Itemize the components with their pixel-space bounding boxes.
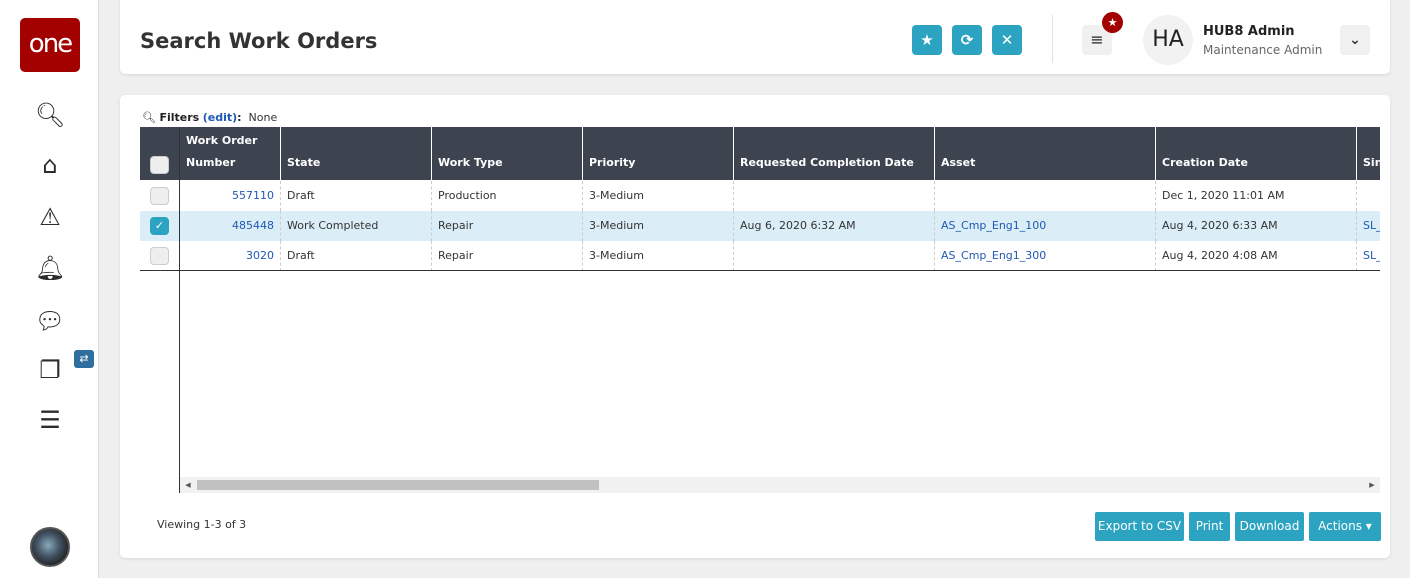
select-all-cell	[140, 127, 180, 180]
search-icon: 🔍︎	[142, 111, 156, 124]
results-panel: 🔍︎ Filters (edit): None Work Order Numbe…	[120, 95, 1390, 558]
table-cell	[734, 181, 935, 211]
divider	[179, 127, 180, 493]
select-all-checkbox[interactable]	[150, 156, 169, 174]
table-cell: 3-Medium	[583, 241, 734, 271]
row-checkbox[interactable]: ✓	[150, 217, 169, 235]
column-header[interactable]: Priority	[583, 127, 734, 180]
cell-link[interactable]: AS_Cmp_Eng1_100	[935, 211, 1156, 241]
table-cell: Draft	[281, 241, 432, 271]
work-orders-table: Work Order Number State Work Type Priori…	[140, 127, 1380, 493]
column-header[interactable]: Sin	[1357, 127, 1380, 180]
cell-link[interactable]: SL_	[1357, 211, 1380, 241]
column-header[interactable]: Asset	[935, 127, 1156, 180]
star-badge-icon: ★	[1102, 12, 1123, 33]
page-title: Search Work Orders	[140, 29, 378, 53]
print-button[interactable]: Print	[1189, 512, 1230, 541]
column-header[interactable]: Work Type	[432, 127, 583, 180]
table-cell: Production	[432, 181, 583, 211]
column-header[interactable]: Requested Completion Date	[734, 127, 935, 180]
horizontal-scrollbar[interactable]: ◀ ▶	[180, 477, 1380, 493]
table-cell: 3-Medium	[583, 211, 734, 241]
table-cell	[734, 241, 935, 271]
user-avatar[interactable]	[30, 527, 70, 567]
table-cell: Aug 6, 2020 6:32 AM	[734, 211, 935, 241]
chat-icon[interactable]: 💬︎	[34, 305, 66, 337]
scroll-right-icon[interactable]: ▶	[1364, 477, 1380, 493]
header: Search Work Orders ★ ⟳ ✕ ≡ ★ HA HUB8 Adm…	[120, 0, 1390, 74]
table-cell: Aug 4, 2020 4:08 AM	[1156, 241, 1357, 271]
warning-icon[interactable]: ⚠	[34, 201, 66, 233]
filters-bar: 🔍︎ Filters (edit): None	[142, 111, 277, 124]
table-cell: Aug 4, 2020 6:33 AM	[1156, 211, 1357, 241]
cell-link[interactable]: 3020	[180, 241, 281, 271]
column-header[interactable]: Work Order Number	[180, 127, 281, 180]
cell-link[interactable]: 485448	[180, 211, 281, 241]
export-csv-button[interactable]: Export to CSV	[1095, 512, 1184, 541]
cell-link[interactable]	[1357, 181, 1380, 211]
swap-icon[interactable]: ⇄	[74, 350, 94, 368]
table-row[interactable]: 557110 Draft Production 3-Medium Dec 1, 2020…	[140, 181, 1380, 211]
row-checkbox[interactable]	[150, 247, 169, 265]
scrollbar-thumb[interactable]	[197, 480, 599, 490]
divider	[1052, 15, 1053, 63]
row-checkbox[interactable]	[150, 187, 169, 205]
table-cell: Repair	[432, 241, 583, 271]
home-icon[interactable]: ⌂	[34, 149, 66, 181]
viewing-count: Viewing 1-3 of 3	[157, 518, 247, 531]
scroll-left-icon[interactable]: ◀	[180, 477, 196, 493]
filters-colon: :	[237, 111, 242, 124]
filters-edit-link[interactable]: (edit)	[203, 111, 237, 124]
filters-label: Filters	[159, 111, 200, 124]
bell-icon[interactable]: 🔔︎	[34, 252, 66, 284]
table-cell: Work Completed	[281, 211, 432, 241]
user-menu-chevron-down-icon[interactable]: ⌄	[1340, 25, 1370, 55]
table-header: Work Order Number State Work Type Priori…	[140, 127, 1380, 180]
cell-link[interactable]: 557110	[180, 181, 281, 211]
refresh-button[interactable]: ⟳	[952, 25, 982, 55]
divider	[140, 270, 1380, 271]
table-row[interactable]: 3020 Draft Repair 3-Medium AS_Cmp_Eng1_300 Au…	[140, 241, 1380, 271]
windows-icon[interactable]: ❐	[34, 354, 66, 386]
user-initials-avatar[interactable]: HA	[1143, 15, 1193, 65]
filters-value: None	[248, 111, 278, 124]
table-cell: Repair	[432, 211, 583, 241]
table-row[interactable]: ✓ 485448 Work Completed Repair 3-Medium Aug 6…	[140, 211, 1380, 241]
column-header[interactable]: Creation Date	[1156, 127, 1357, 180]
user-role: Maintenance Admin	[1203, 43, 1323, 57]
cell-link[interactable]: AS_Cmp_Eng1_300	[935, 241, 1156, 271]
actions-button[interactable]: Actions ▾	[1309, 512, 1381, 541]
search-icon[interactable]: 🔍︎	[34, 99, 66, 131]
menu-icon[interactable]: ☰	[34, 404, 66, 436]
one-logo[interactable]: one	[20, 18, 80, 72]
close-button[interactable]: ✕	[992, 25, 1022, 55]
table-cell: Draft	[281, 181, 432, 211]
table-cell: Dec 1, 2020 11:01 AM	[1156, 181, 1357, 211]
cell-link[interactable]	[935, 181, 1156, 211]
column-header[interactable]: State	[281, 127, 432, 180]
user-name: HUB8 Admin	[1203, 24, 1295, 39]
download-button[interactable]: Download	[1235, 512, 1304, 541]
favorite-button[interactable]: ★	[912, 25, 942, 55]
sidebar: one 🔍︎ ⌂ ⚠ 🔔︎ 💬︎ ❐ ⇄ ☰	[0, 0, 99, 578]
cell-link[interactable]: SL_	[1357, 241, 1380, 271]
table-cell: 3-Medium	[583, 181, 734, 211]
